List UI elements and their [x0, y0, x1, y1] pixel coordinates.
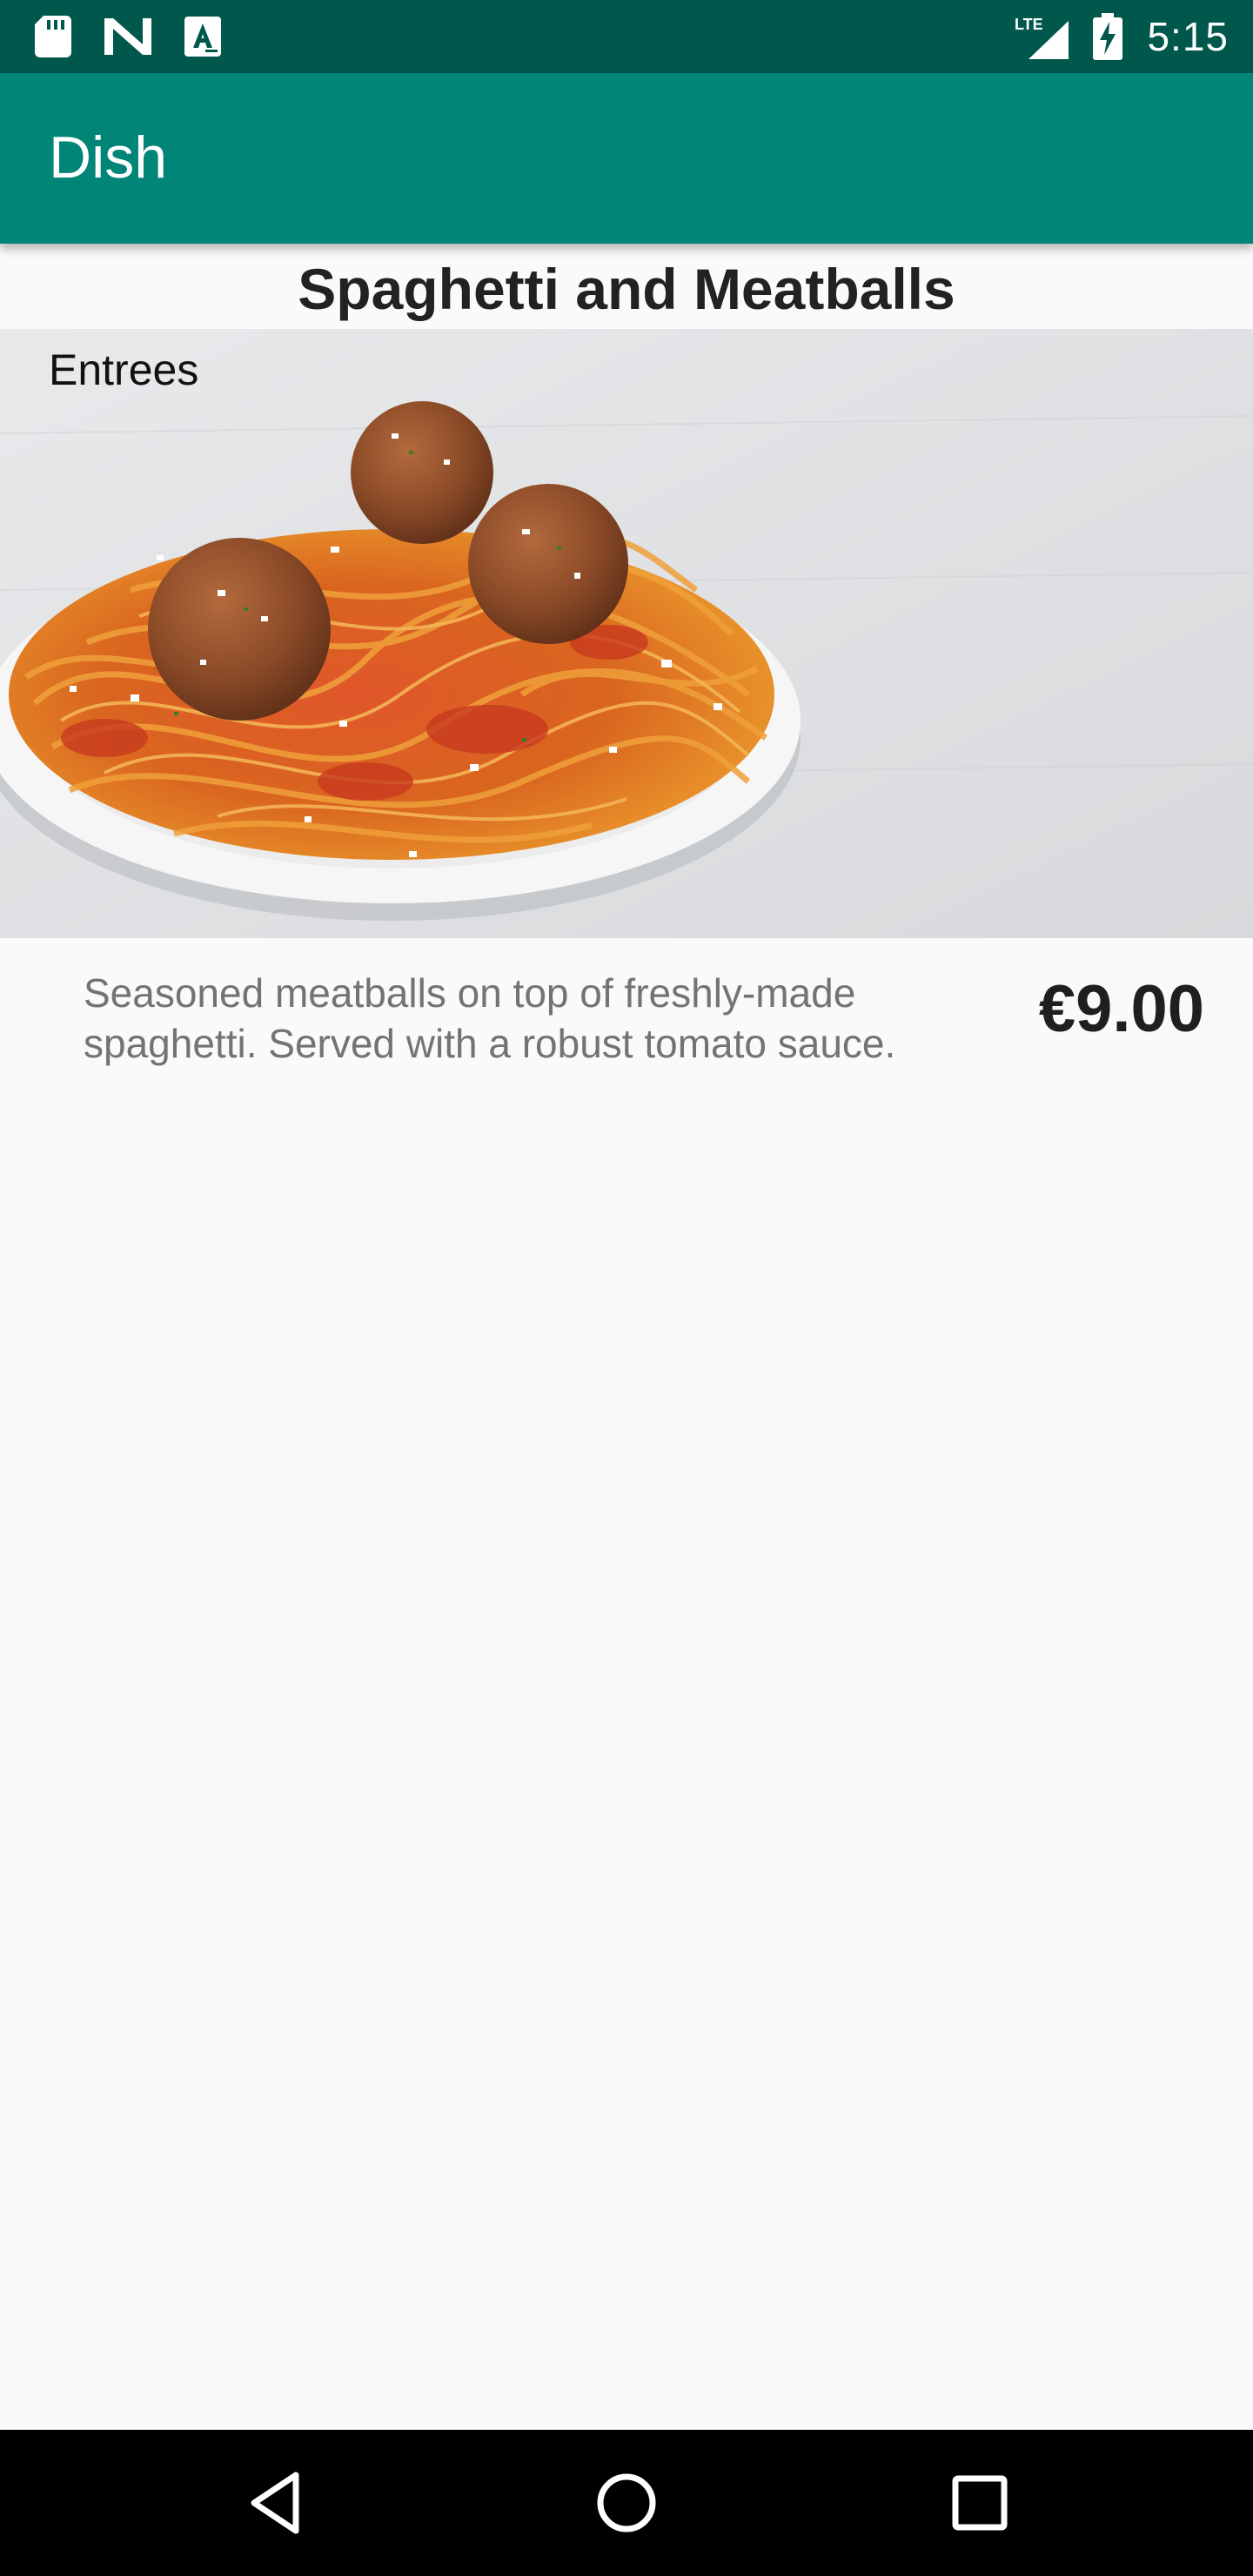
app-bar: Dish [0, 73, 1253, 244]
dish-name: Spaghetti and Meatballs [298, 257, 955, 321]
navigation-bar [0, 2430, 1253, 2576]
dish-price: €9.00 [1038, 972, 1204, 1046]
dish-description: Seasoned meatballs on top of freshly-mad… [84, 970, 896, 1066]
home-icon[interactable] [588, 2465, 665, 2541]
recents-icon[interactable] [941, 2465, 1018, 2541]
app-bar-title: Dish [49, 124, 168, 191]
svg-text:LTE: LTE [1015, 16, 1043, 33]
back-icon[interactable] [237, 2465, 313, 2541]
dish-photo: Entrees [0, 329, 1253, 938]
dish-detail-content: Spaghetti and Meatballs Entrees Seasoned… [0, 244, 1253, 2430]
status-bar: LTE 5:15 [0, 0, 1253, 73]
status-left-icons [35, 16, 221, 57]
dish-category: Entrees [49, 345, 199, 394]
sd-card-icon [35, 16, 71, 57]
lte-signal-icon: LTE [1015, 16, 1069, 59]
spaghetti-meatballs-illustration [0, 329, 1253, 938]
clock: 5:15 [1147, 14, 1229, 59]
n-notification-icon [104, 18, 151, 55]
status-right-icons: LTE 5:15 [1015, 12, 1229, 61]
a-accessibility-icon [184, 17, 221, 57]
battery-charging-icon [1093, 13, 1123, 60]
